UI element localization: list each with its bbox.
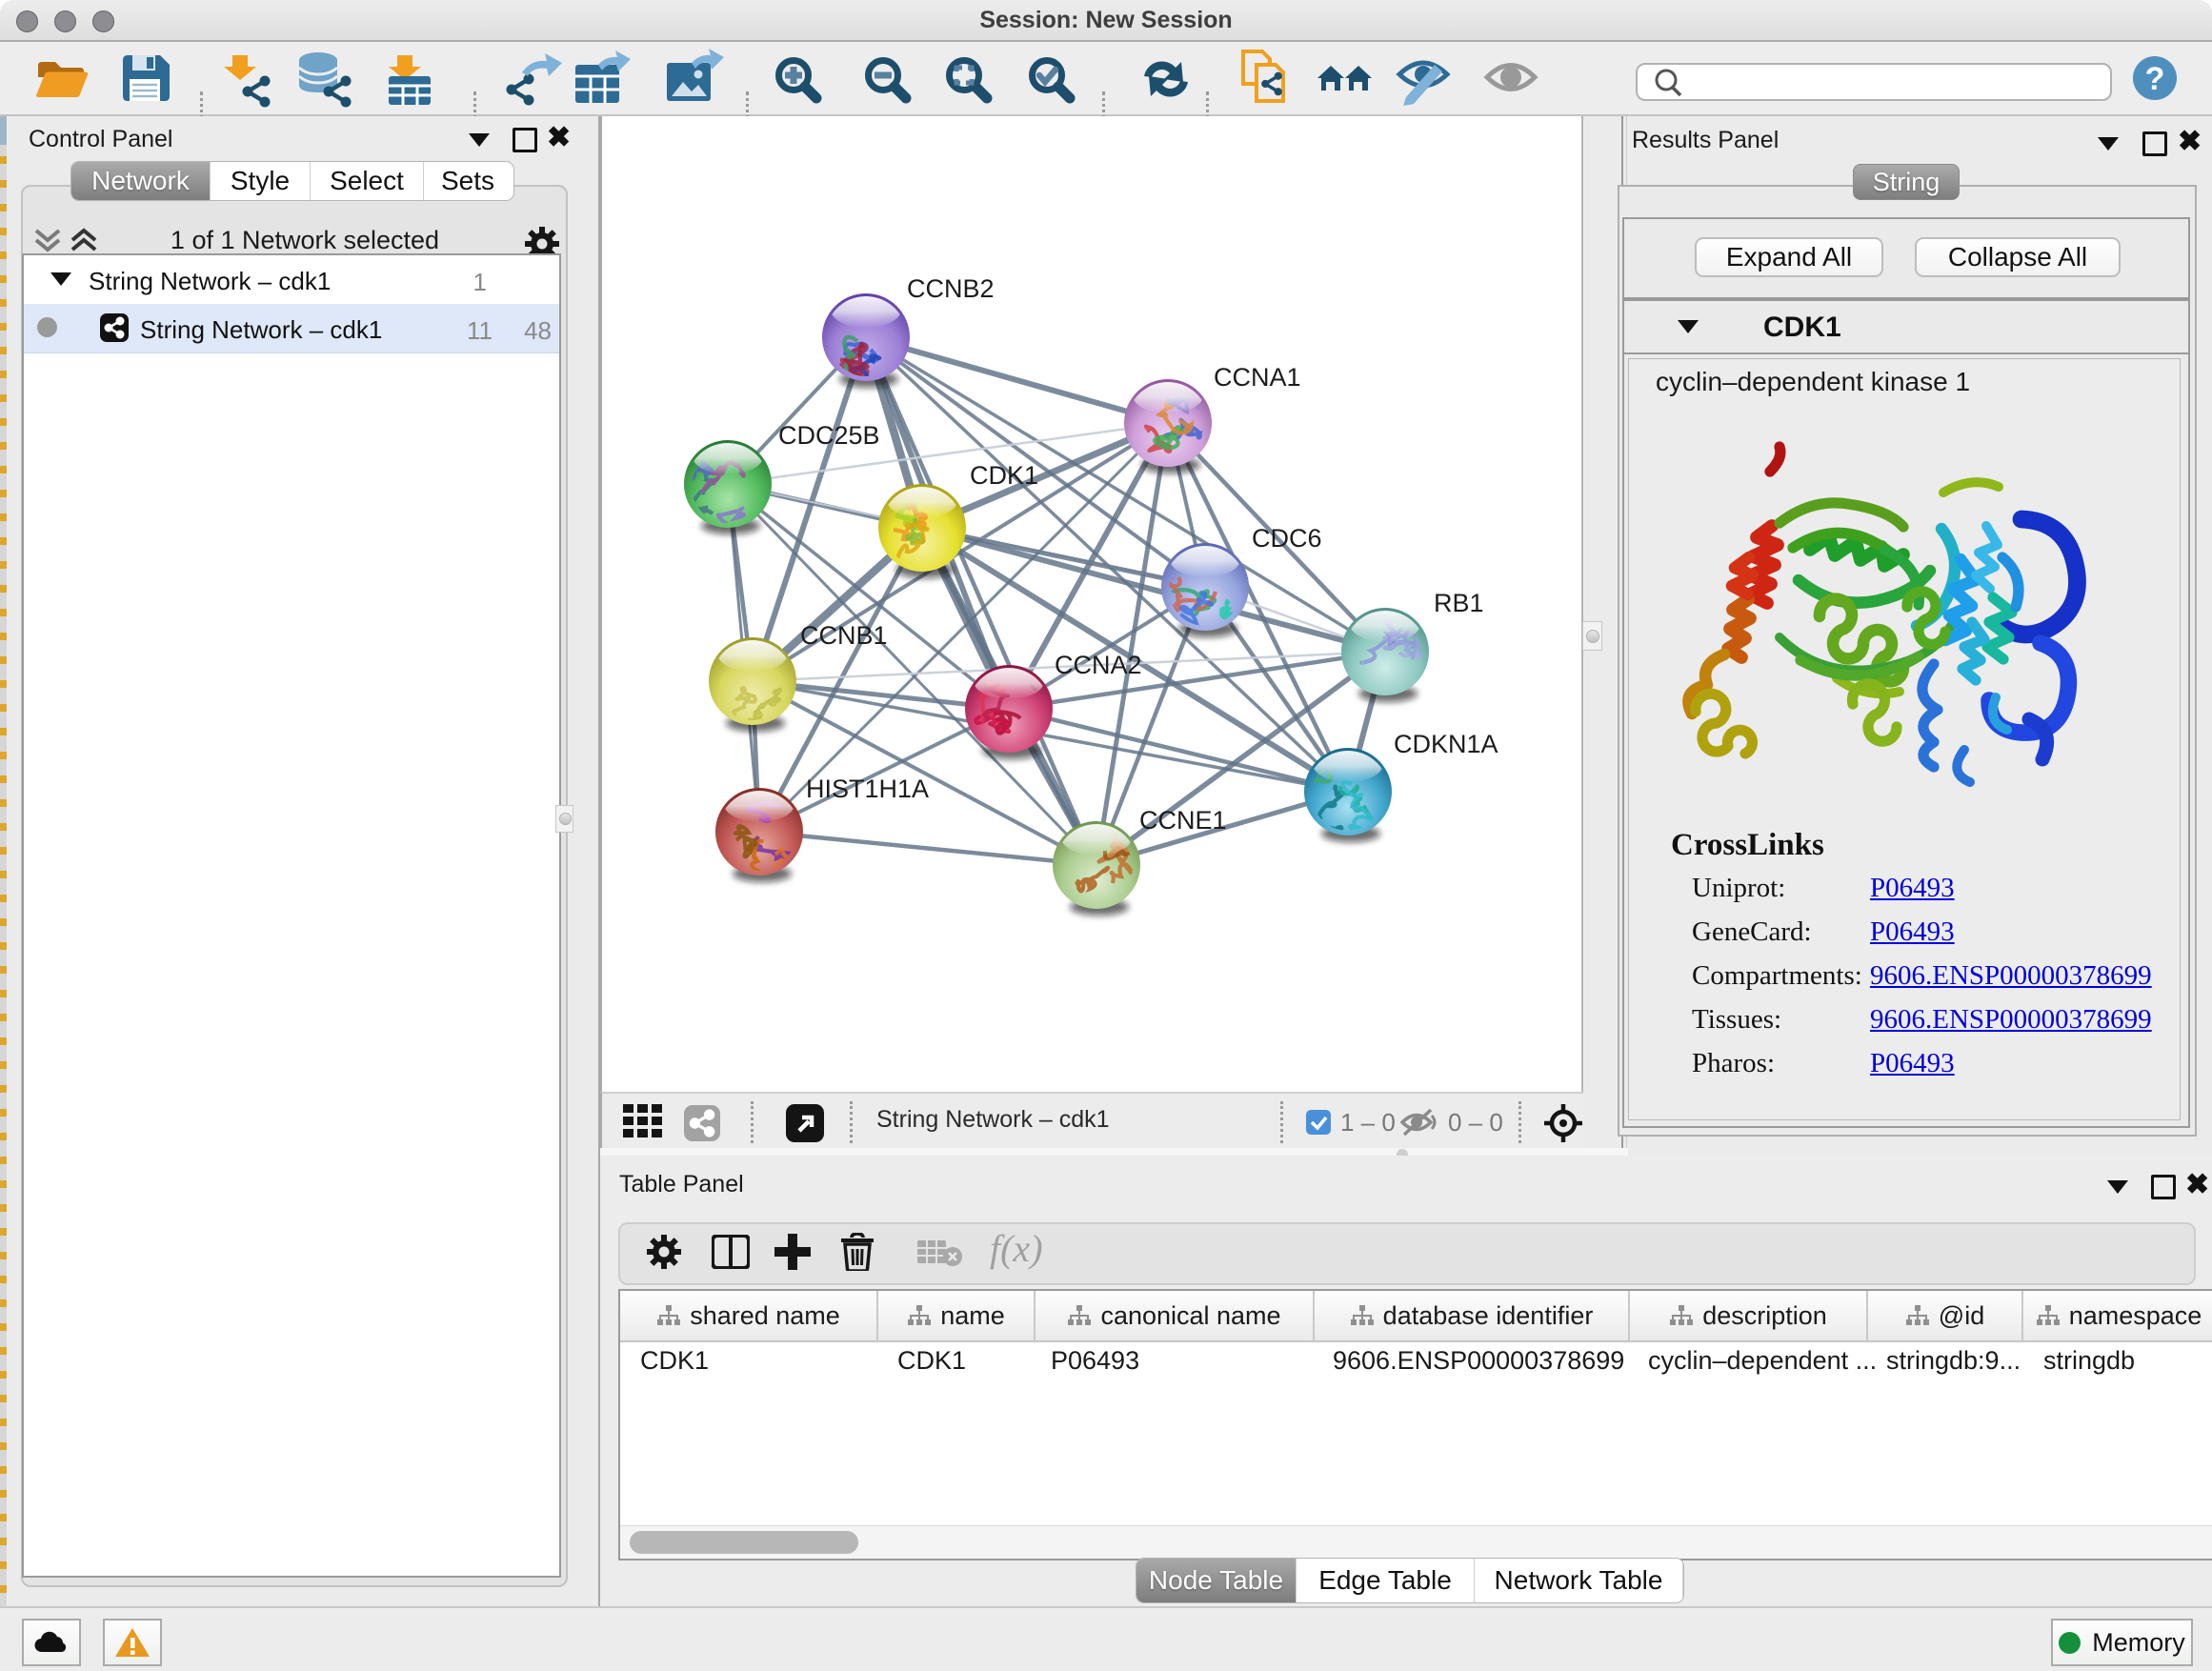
svg-text:CDC25B: CDC25B	[778, 421, 880, 450]
svg-text:?: ?	[2145, 61, 2165, 97]
svg-text:CCNB2: CCNB2	[907, 274, 995, 303]
svg-text:RB1: RB1	[1434, 589, 1484, 617]
svg-text:CCNA2: CCNA2	[1055, 651, 1142, 679]
svg-text:CCNE1: CCNE1	[1139, 806, 1227, 835]
svg-text:CDKN1A: CDKN1A	[1394, 730, 1498, 758]
svg-text:CDC6: CDC6	[1252, 524, 1322, 553]
svg-text:HIST1H1A: HIST1H1A	[806, 775, 929, 803]
svg-text:CCNA1: CCNA1	[1214, 363, 1301, 392]
svg-text:CCNB1: CCNB1	[800, 621, 888, 650]
svg-text:CDK1: CDK1	[970, 461, 1038, 490]
